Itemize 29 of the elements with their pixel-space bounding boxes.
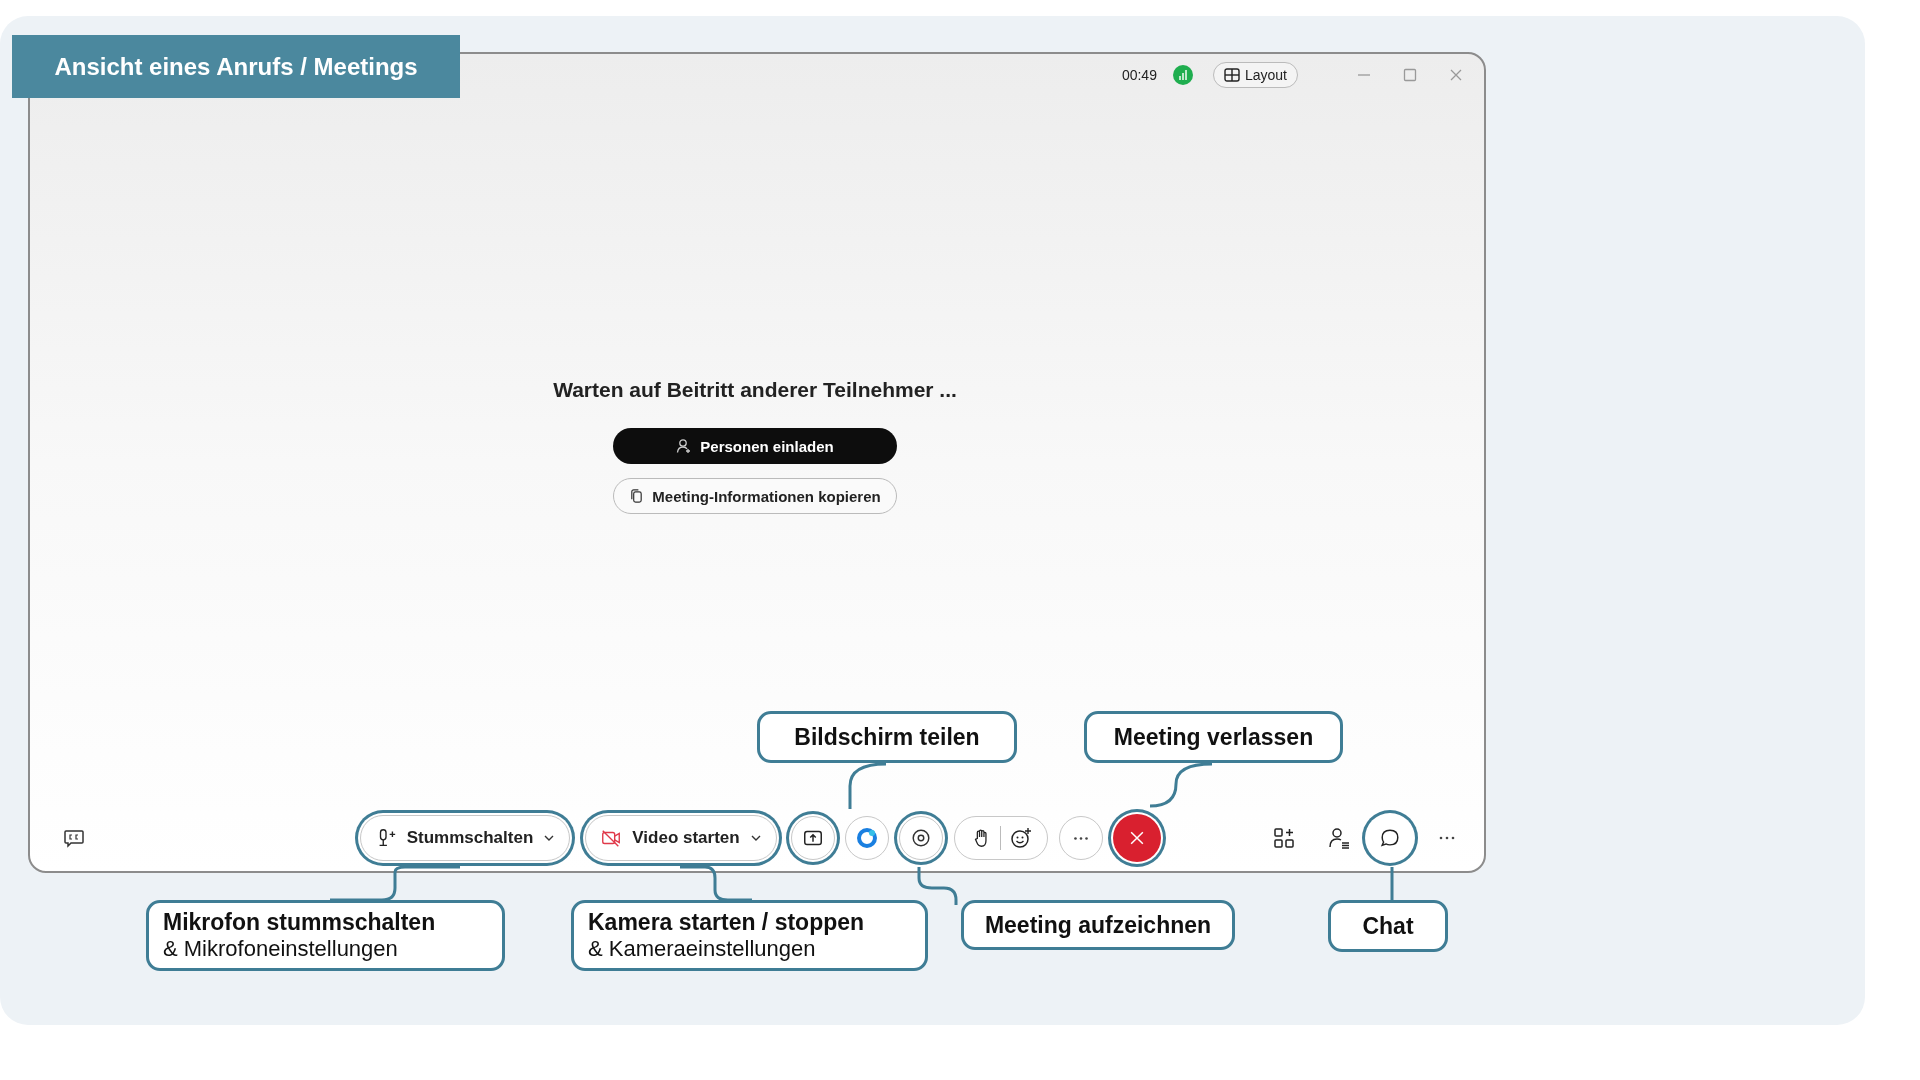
record-icon (910, 827, 932, 849)
callout-title: Meeting aufzeichnen (984, 911, 1212, 939)
participants-icon[interactable] (1327, 826, 1351, 850)
copy-info-button[interactable]: Meeting-Informationen kopieren (613, 478, 897, 514)
apps-icon[interactable] (1272, 826, 1296, 850)
camera-off-icon (600, 827, 623, 849)
layout-button[interactable]: Layout (1212, 62, 1298, 88)
grid-icon (1223, 68, 1240, 82)
signal-icon (1172, 65, 1193, 85)
callout-title: Kamera starten / stoppen (588, 909, 865, 936)
callout-title: Meeting verlassen (1113, 723, 1314, 751)
leader-line (917, 867, 958, 905)
callout-title: Chat (1362, 912, 1414, 940)
assistant-button[interactable] (845, 816, 889, 860)
chat-bubble-icon (1379, 827, 1401, 849)
add-person-icon (676, 438, 693, 454)
callout-title: Bildschirm teilen (794, 723, 980, 751)
callout-subtitle: & Kameraeinstellungen (588, 936, 816, 962)
invite-button[interactable]: Personen einladen (613, 428, 897, 464)
callout-title: Mikrofon stummschalten (163, 909, 436, 936)
call-timer: 00:49 (1121, 67, 1157, 83)
title-banner: Ansicht eines Anrufs / Meetings (12, 35, 460, 98)
callout-subtitle: & Mikrofoneinstellungen (163, 936, 398, 962)
add-reaction-icon[interactable] (1008, 826, 1033, 850)
more-icon (1074, 836, 1088, 840)
waiting-message: Warten auf Beitritt anderer Teilnehmer ... (553, 378, 957, 402)
reactions-control[interactable] (954, 816, 1048, 860)
copy-icon (629, 488, 645, 504)
ring-logo-icon (855, 826, 879, 850)
